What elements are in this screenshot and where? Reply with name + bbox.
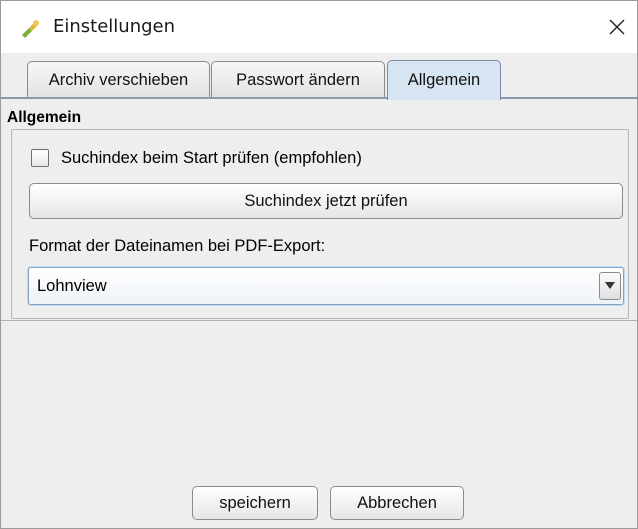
tab-archive-move[interactable]: Archiv verschieben xyxy=(27,61,210,98)
section-title: Allgemein xyxy=(7,109,82,126)
check-index-now-button[interactable]: Suchindex jetzt prüfen xyxy=(29,183,623,219)
check-on-start-checkbox[interactable] xyxy=(31,149,49,167)
settings-dialog: Einstellungen Archiv verschieben Passwor… xyxy=(0,0,638,529)
settings-app-icon xyxy=(19,18,41,40)
button-label: speichern xyxy=(219,493,291,512)
window-title: Einstellungen xyxy=(53,16,176,37)
filename-format-select[interactable]: Lohnview xyxy=(28,267,624,305)
tab-strip: Archiv verschieben Passwort ändern Allge… xyxy=(1,53,637,100)
tab-change-password[interactable]: Passwort ändern xyxy=(211,61,385,98)
cancel-button[interactable]: Abbrechen xyxy=(330,486,464,520)
select-value: Lohnview xyxy=(37,277,107,295)
tab-general[interactable]: Allgemein xyxy=(387,60,501,100)
filename-format-label: Format der Dateinamen bei PDF-Export: xyxy=(29,237,326,255)
chevron-down-icon xyxy=(605,282,615,289)
check-on-start-label: Suchindex beim Start prüfen (empfohlen) xyxy=(61,148,362,167)
dropdown-button[interactable] xyxy=(599,272,621,300)
close-button[interactable] xyxy=(601,11,633,43)
tab-label: Archiv verschieben xyxy=(48,70,189,89)
button-label: Abbrechen xyxy=(357,493,437,512)
check-on-start-row[interactable]: Suchindex beim Start prüfen (empfohlen) xyxy=(31,148,362,168)
close-icon xyxy=(609,19,625,35)
tab-label: Allgemein xyxy=(407,71,481,89)
button-label: Suchindex jetzt prüfen xyxy=(244,191,408,210)
tab-label: Passwort ändern xyxy=(236,70,360,89)
title-bar: Einstellungen xyxy=(1,1,637,53)
save-button[interactable]: speichern xyxy=(192,486,318,520)
